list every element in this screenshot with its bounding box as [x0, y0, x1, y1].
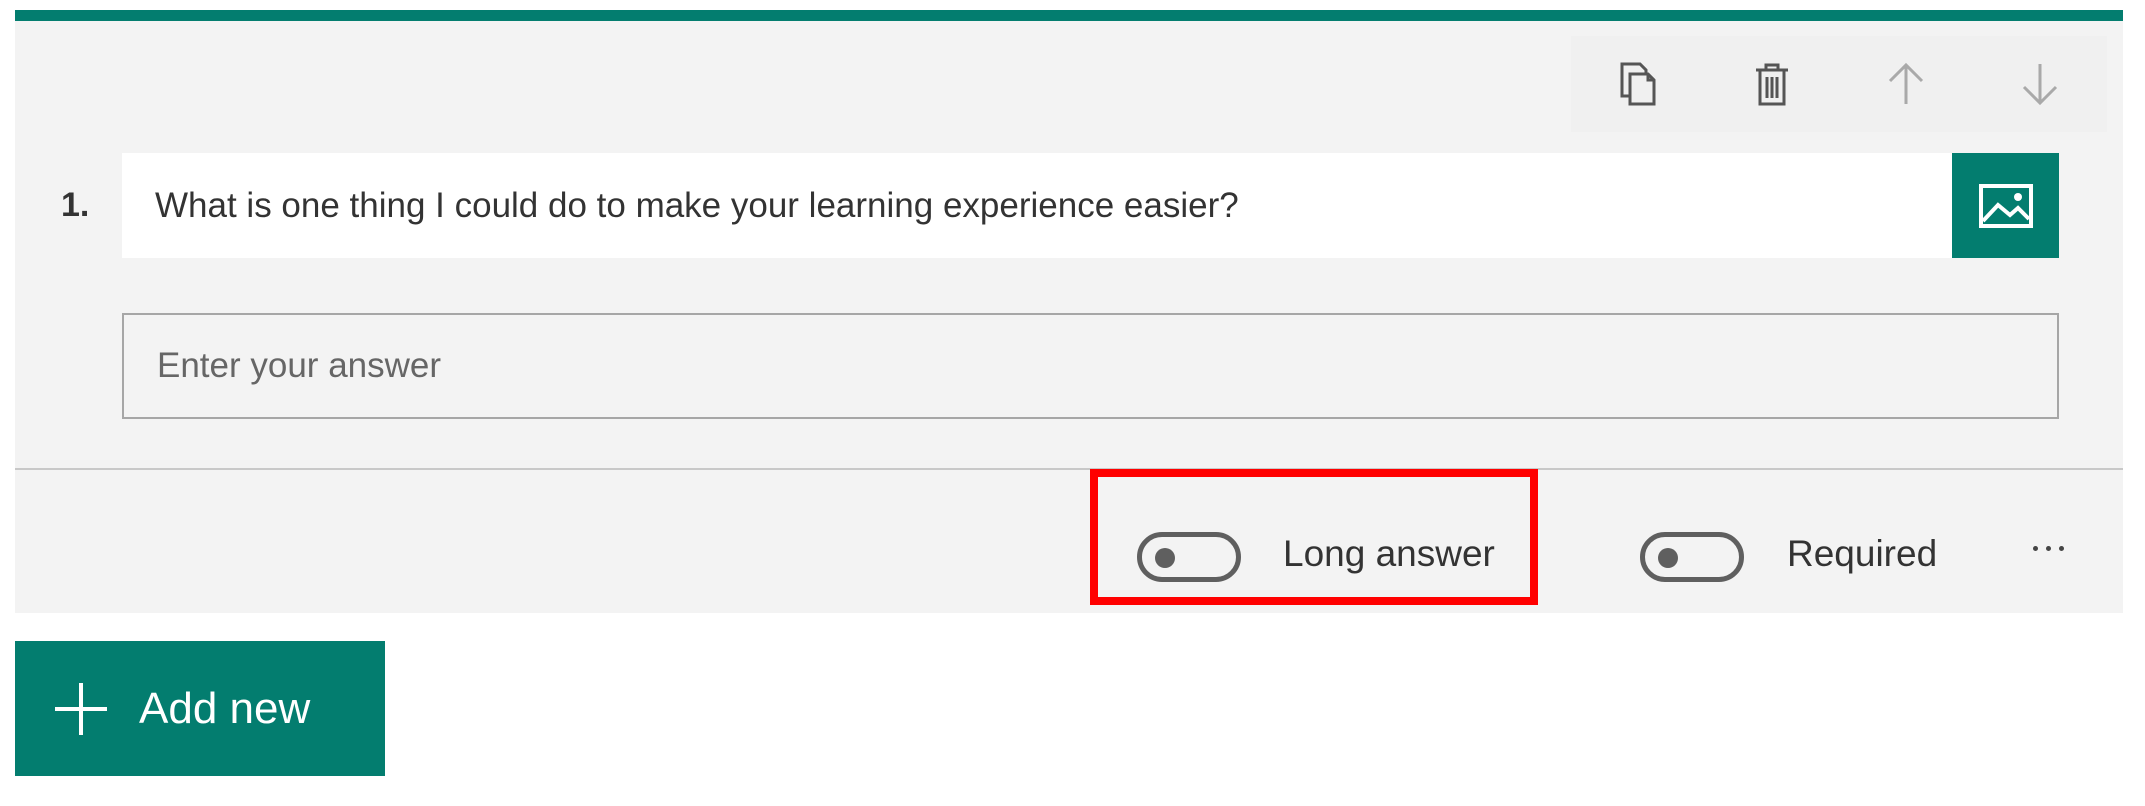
question-title-input[interactable]: What is one thing I could do to make you… — [122, 153, 1952, 258]
question-toolbar — [1571, 36, 2107, 132]
answer-placeholder: Enter your answer — [157, 346, 442, 385]
insert-image-button[interactable] — [1952, 153, 2059, 258]
move-up-button[interactable] — [1839, 36, 1973, 132]
more-options-icon — [2032, 545, 2038, 551]
copy-icon — [1620, 62, 1656, 106]
toggle-knob — [1658, 548, 1678, 568]
long-answer-toggle[interactable] — [1137, 532, 1241, 582]
question-title-text: What is one thing I could do to make you… — [155, 185, 1239, 225]
delete-question-button[interactable] — [1705, 36, 1839, 132]
toggle-knob — [1155, 548, 1175, 568]
trash-icon — [1756, 63, 1788, 106]
arrow-up-icon — [1888, 62, 1924, 104]
accent-bar — [15, 10, 2123, 21]
divider — [15, 468, 2123, 470]
long-answer-label: Long answer — [1283, 533, 1495, 574]
answer-input[interactable]: Enter your answer — [122, 313, 2059, 419]
add-new-button[interactable]: Add new — [15, 641, 385, 776]
question-number: 1. — [61, 186, 90, 224]
question-card — [15, 10, 2123, 613]
required-label: Required — [1787, 533, 1938, 574]
required-toggle[interactable] — [1640, 532, 1744, 582]
more-options-button[interactable] — [2020, 520, 2076, 576]
add-new-label: Add new — [139, 683, 311, 733]
image-icon — [1978, 183, 2033, 228]
move-down-button[interactable] — [1973, 36, 2107, 132]
copy-question-button[interactable] — [1571, 36, 1705, 132]
plus-icon — [55, 682, 107, 735]
arrow-down-icon — [2022, 64, 2058, 106]
